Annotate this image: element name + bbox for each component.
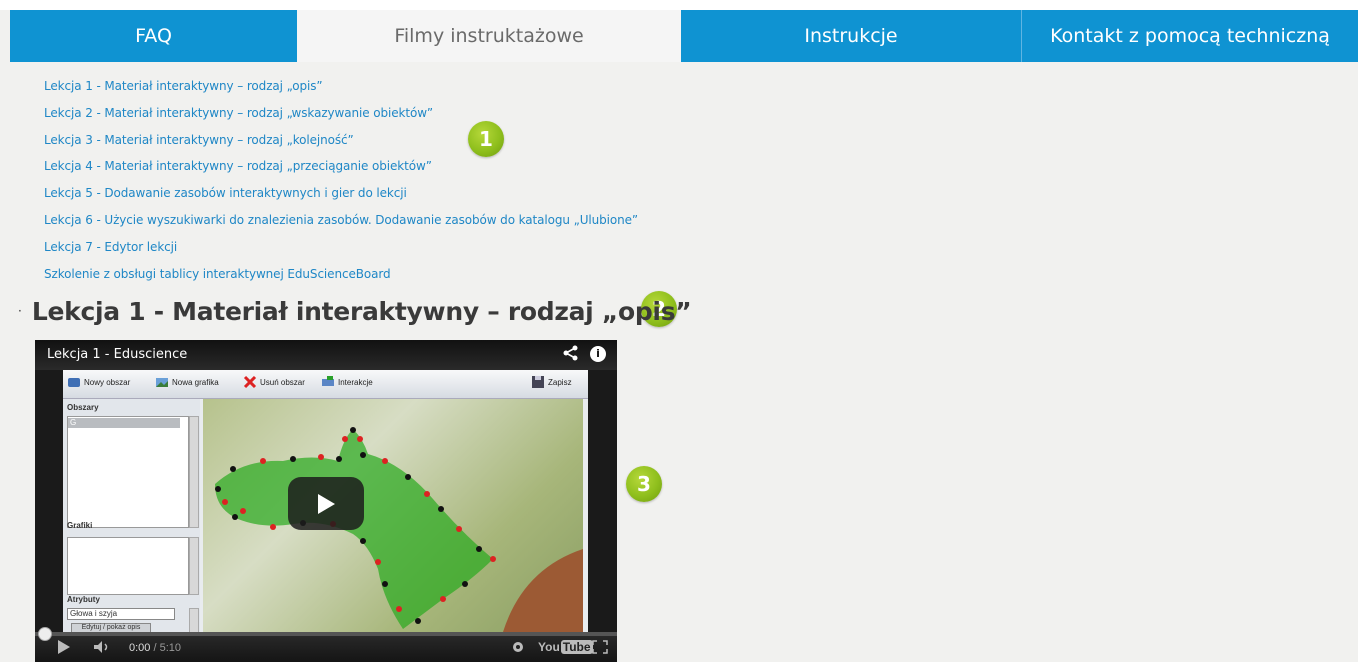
toolbar-label: Nowy obszar xyxy=(84,377,131,387)
toolbar-label: Usuń obszar xyxy=(260,377,305,387)
page-title: Lekcja 1 - Materiał interaktywny – rodza… xyxy=(31,296,692,326)
list-item: Lekcja 2 - Materiał interaktywny – rodza… xyxy=(44,99,638,126)
volume-icon[interactable] xyxy=(93,640,111,658)
lesson-link[interactable]: Lekcja 1 - Materiał interaktywny – rodza… xyxy=(44,79,323,93)
video-progress-bar[interactable] xyxy=(35,632,617,636)
areas-list xyxy=(67,416,189,528)
scrollbar xyxy=(189,416,199,528)
lesson-link[interactable]: Lekcja 6 - Użycie wyszukiwarki do znalez… xyxy=(44,213,638,227)
youtube-you: You xyxy=(538,640,560,654)
graphics-list xyxy=(67,537,189,595)
callout-badge-3: 3 xyxy=(626,466,662,502)
scrollbar xyxy=(189,608,199,634)
lesson-link[interactable]: Szkolenie z obsługi tablicy interaktywne… xyxy=(44,267,391,281)
list-item: Szkolenie z obsługi tablicy interaktywne… xyxy=(44,260,638,287)
list-item: Lekcja 7 - Edytor lekcji xyxy=(44,233,638,260)
toolbar-label: Zapisz xyxy=(548,377,572,387)
toolbar-label: Nowa grafika xyxy=(172,377,219,387)
lesson-link[interactable]: Lekcja 7 - Edytor lekcji xyxy=(44,240,177,254)
list-item: Lekcja 5 - Dodawanie zasobów interaktywn… xyxy=(44,179,638,206)
time-current: 0:00 xyxy=(129,642,151,654)
sidebar-label: Grafiki xyxy=(67,521,93,530)
lesson-link-list: Lekcja 1 - Materiał interaktywny – rodza… xyxy=(44,72,638,286)
horse-image xyxy=(215,427,583,632)
video-title[interactable]: Lekcja 1 - Eduscience xyxy=(47,347,187,362)
tab-instructions[interactable]: Instrukcje xyxy=(681,10,1022,62)
play-icon xyxy=(318,493,335,514)
tab-tech-support-contact[interactable]: Kontakt z pomocą techniczną xyxy=(1022,10,1358,62)
settings-gear-icon[interactable] xyxy=(511,640,525,658)
youtube-logo[interactable]: You Tube xyxy=(538,640,593,654)
new-graphic-icon xyxy=(155,375,169,389)
video-player[interactable]: Nowy obszar Nowa grafika Usuń obszar Int… xyxy=(35,340,617,662)
time-total: / 5:10 xyxy=(150,642,181,654)
scrollbar xyxy=(189,537,199,595)
editor-sidebar: Obszary G Grafiki Atrybuty Głowa i szyja… xyxy=(63,399,200,634)
top-spacer xyxy=(0,0,1358,10)
share-icon[interactable] xyxy=(563,345,579,366)
list-item: Lekcja 4 - Materiał interaktywny – rodza… xyxy=(44,152,638,179)
list-item: Lekcja 1 - Materiał interaktywny – rodza… xyxy=(44,72,638,99)
attribute-field: Głowa i szyja xyxy=(67,608,175,620)
new-area-icon xyxy=(67,375,81,389)
save-icon xyxy=(531,375,545,389)
play-button[interactable] xyxy=(288,477,364,530)
sidebar-label: Atrybuty xyxy=(67,595,100,604)
fullscreen-icon[interactable] xyxy=(592,640,608,658)
list-item: Lekcja 3 - Materiał interaktywny – rodza… xyxy=(44,126,638,153)
toolbar-label: Interakcje xyxy=(338,377,373,387)
tab-faq[interactable]: FAQ xyxy=(10,10,297,62)
toolbar-item: Usuń obszar xyxy=(243,375,305,389)
video-title-bar: Lekcja 1 - Eduscience i xyxy=(35,340,617,370)
tab-instructional-films[interactable]: Filmy instruktażowe xyxy=(297,10,681,62)
sidebar-label: Obszary xyxy=(67,403,99,412)
heading-bullet: · xyxy=(18,304,22,318)
editor-canvas xyxy=(203,399,583,632)
toolbar-item: Interakcje xyxy=(321,375,373,389)
video-time: 0:00 / 5:10 xyxy=(129,642,181,654)
lesson-link[interactable]: Lekcja 4 - Materiał interaktywny – rodza… xyxy=(44,159,432,173)
info-icon[interactable]: i xyxy=(590,346,606,362)
toolbar-item: Zapisz xyxy=(531,375,572,389)
scrubber-handle[interactable] xyxy=(38,627,52,641)
main-tabs: FAQ Filmy instruktażowe Instrukcje Konta… xyxy=(10,10,1358,62)
youtube-tube: Tube xyxy=(560,640,593,654)
list-item: Lekcja 6 - Użycie wyszukiwarki do znalez… xyxy=(44,206,638,233)
lesson-link[interactable]: Lekcja 2 - Materiał interaktywny – rodza… xyxy=(44,106,433,120)
interactions-icon xyxy=(321,375,335,389)
video-controls: 0:00 / 5:10 You Tube xyxy=(35,627,617,662)
editor-toolbar: Nowy obszar Nowa grafika Usuń obszar Int… xyxy=(63,366,588,399)
toolbar-item: Nowa grafika xyxy=(155,375,219,389)
toolbar-item: Nowy obszar xyxy=(67,375,130,389)
control-play-icon[interactable] xyxy=(57,640,71,658)
callout-badge-1: 1 xyxy=(468,121,504,157)
delete-icon xyxy=(243,375,257,389)
list-item: G xyxy=(68,418,180,428)
lesson-link[interactable]: Lekcja 3 - Materiał interaktywny – rodza… xyxy=(44,133,354,147)
lesson-link[interactable]: Lekcja 5 - Dodawanie zasobów interaktywn… xyxy=(44,186,407,200)
section-heading: · Lekcja 1 - Materiał interaktywny – rod… xyxy=(18,293,692,329)
